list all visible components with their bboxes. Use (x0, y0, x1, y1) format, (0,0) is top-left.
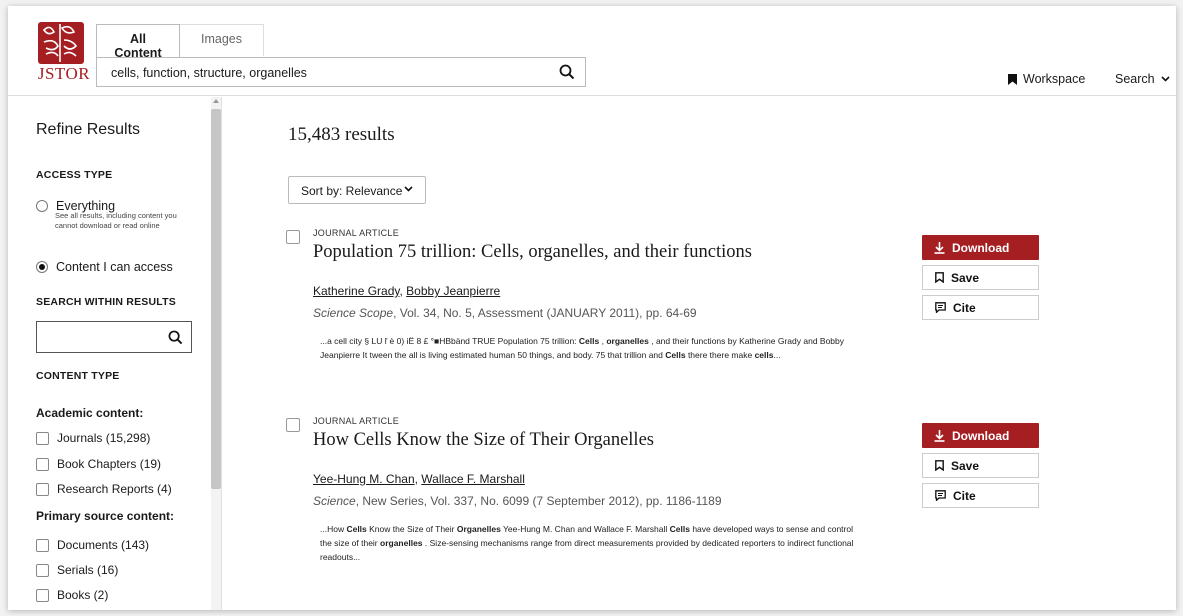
filter-label: Serials (16) (57, 563, 119, 577)
filter-journals[interactable]: Journals (15,298) (36, 431, 150, 445)
chevron-down-icon (404, 186, 413, 192)
cite-button[interactable]: Cite (922, 295, 1039, 320)
sort-label: Sort by: Relevance (301, 184, 403, 198)
result-authors: Yee-Hung M. Chan, Wallace F. Marshall (313, 472, 525, 486)
access-type-label: ACCESS TYPE (36, 169, 113, 181)
primary-content-label: Primary source content: (36, 509, 175, 523)
logo-text: JSTOR (37, 64, 91, 83)
result-source: Science, New Series, Vol. 337, No. 6099 … (313, 494, 722, 508)
result-authors: Katherine Grady, Bobby Jeanpierre (313, 284, 501, 298)
journal-name: Science (313, 494, 356, 508)
checkbox[interactable] (36, 457, 49, 471)
radio-content-i-can-access[interactable]: Content I can access (36, 260, 173, 274)
download-label: Download (952, 240, 1010, 255)
author-link[interactable]: Yee-Hung M. Chan (313, 472, 415, 486)
author-link[interactable]: Wallace F. Marshall (421, 472, 525, 486)
jstor-logo-mark (38, 22, 84, 64)
author-link[interactable]: Katherine Grady (313, 284, 400, 298)
filter-books[interactable]: Books (2) (36, 588, 108, 602)
journal-name: Science Scope (313, 306, 394, 320)
search-menu-label: Search (1115, 72, 1155, 86)
result-type: JOURNAL ARTICLE (313, 228, 400, 238)
result-select-checkbox[interactable] (286, 418, 300, 432)
result-select-checkbox[interactable] (286, 230, 300, 244)
filter-label: Books (2) (57, 588, 109, 602)
bookmark-icon (1008, 73, 1017, 85)
results-count: 15,483 results (288, 124, 395, 145)
download-icon (934, 429, 945, 442)
filter-serials[interactable]: Serials (16) (36, 563, 118, 577)
cite-label: Cite (953, 488, 976, 503)
filter-label: Documents (143) (57, 538, 150, 552)
checkbox[interactable] (36, 538, 49, 552)
workspace-link[interactable]: Workspace (1008, 72, 1085, 86)
bookmark-icon (935, 460, 944, 471)
result-snippet: ...a cell city § LU ľ è 0) iË 8 £ °■HBbä… (320, 336, 845, 360)
radio-button[interactable] (36, 200, 48, 212)
content-type-label: CONTENT TYPE (36, 370, 120, 382)
author-link[interactable]: Bobby Jeanpierre (406, 284, 500, 298)
workspace-label: Workspace (1023, 72, 1086, 86)
filter-research-reports[interactable]: Research Reports (4) (36, 482, 172, 496)
filter-book-chapters[interactable]: Book Chapters (19) (36, 457, 161, 471)
save-button[interactable]: Save (922, 453, 1039, 478)
save-label: Save (951, 270, 980, 285)
radio-everything-description: See all results, including content you c… (55, 211, 177, 230)
download-button[interactable]: Download (922, 235, 1039, 260)
cite-button[interactable]: Cite (922, 483, 1039, 508)
search-within-input[interactable] (36, 321, 192, 353)
app-window: JSTOR All Content Images cells, function… (8, 6, 1176, 610)
jstor-logo[interactable]: JSTOR (30, 20, 98, 86)
result-snippet: ...How Cells Know the Size of Their Orga… (320, 524, 854, 562)
search-icon[interactable] (168, 330, 183, 345)
tab-all-content[interactable]: All Content (96, 24, 180, 60)
result-title[interactable]: Population 75 trillion: Cells, organelle… (313, 242, 752, 263)
sort-dropdown[interactable]: Sort by: Relevance (288, 176, 426, 204)
checkbox[interactable] (36, 588, 49, 602)
source-details: , Vol. 34, No. 5, Assessment (JANUARY 20… (393, 306, 697, 320)
cite-label: Cite (953, 300, 976, 315)
refine-sidebar: Refine Results ACCESS TYPE Everything Se… (8, 97, 222, 610)
filter-label: Book Chapters (19) (57, 457, 162, 471)
checkbox[interactable] (36, 563, 49, 577)
tab-images[interactable]: Images (180, 24, 264, 56)
download-button[interactable]: Download (922, 423, 1039, 448)
search-input[interactable]: cells, function, structure, organelles (96, 57, 586, 87)
radio-content-label: Content I can access (56, 260, 173, 274)
save-button[interactable]: Save (922, 265, 1039, 290)
academic-content-label: Academic content: (36, 406, 144, 420)
chevron-down-icon (1161, 76, 1170, 82)
download-icon (934, 241, 945, 254)
filter-label: Journals (15,298) (57, 431, 151, 445)
download-label: Download (952, 428, 1010, 443)
source-details: , New Series, Vol. 337, No. 6099 (7 Sept… (355, 494, 722, 508)
radio-button-selected[interactable] (36, 261, 48, 273)
result-source: Science Scope, Vol. 34, No. 5, Assessmen… (313, 306, 697, 320)
header: JSTOR All Content Images cells, function… (8, 6, 1176, 96)
save-label: Save (951, 458, 980, 473)
result-type: JOURNAL ARTICLE (313, 416, 400, 426)
result-title[interactable]: How Cells Know the Size of Their Organel… (313, 430, 654, 451)
scroll-up-arrow-icon[interactable] (213, 99, 219, 103)
search-icon[interactable] (559, 64, 575, 80)
search-menu[interactable]: Search (1115, 72, 1170, 86)
cite-icon (935, 490, 946, 501)
bookmark-icon (935, 272, 944, 283)
filter-label: Research Reports (4) (57, 482, 172, 496)
cite-icon (935, 302, 946, 313)
sidebar-scrollbar-thumb[interactable] (211, 109, 221, 489)
search-query: cells, function, structure, organelles (111, 66, 307, 80)
checkbox[interactable] (36, 431, 49, 445)
search-within-label: SEARCH WITHIN RESULTS (36, 296, 176, 308)
filter-documents[interactable]: Documents (143) (36, 538, 149, 552)
checkbox[interactable] (36, 482, 49, 496)
refine-title: Refine Results (36, 121, 141, 138)
